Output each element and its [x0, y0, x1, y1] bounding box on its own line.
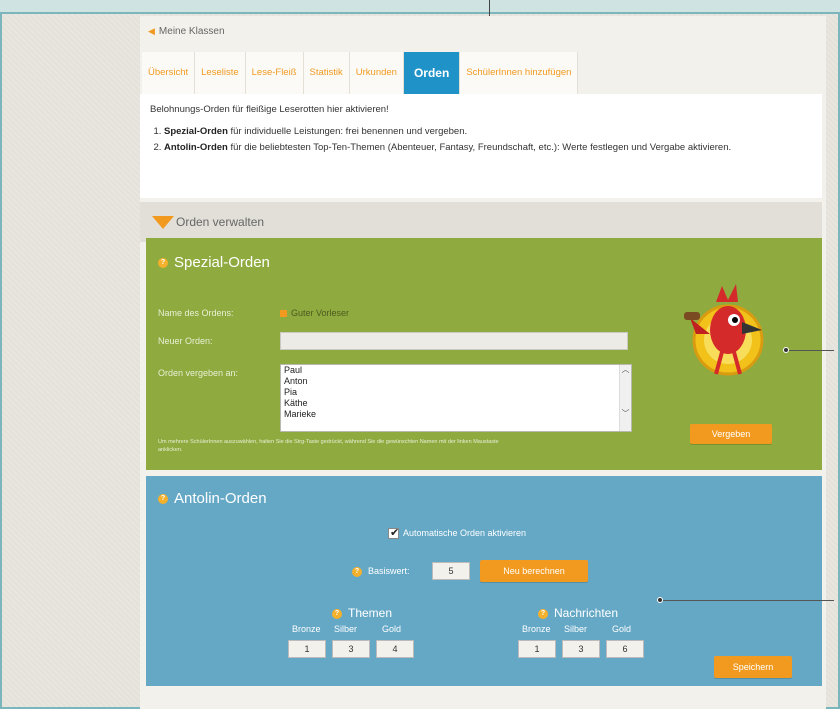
- antolin-orden-panel: ? Antolin-Orden Automatische Orden aktivi…: [146, 476, 822, 686]
- themen-title-text: Themen: [348, 606, 393, 620]
- intro-list: Spezial-Orden für individuelle Leistunge…: [150, 124, 812, 156]
- nachrichten-silber-label: Silber: [564, 624, 588, 634]
- basiswert-input[interactable]: 5: [432, 562, 470, 580]
- themen-bronze-input[interactable]: 1: [288, 640, 326, 658]
- list-item[interactable]: Pia: [284, 387, 617, 398]
- nachrichten-title: ? Nachrichten: [538, 606, 618, 620]
- intro-item-spezial-bold: Spezial-Orden: [164, 126, 228, 137]
- auto-orden-checkbox[interactable]: [388, 526, 399, 540]
- themen-gold-input[interactable]: 4: [376, 640, 414, 658]
- neuer-orden-label: Neuer Orden:: [158, 336, 213, 346]
- list-item[interactable]: Marieke: [284, 409, 617, 420]
- callout-line-mascot: [789, 350, 834, 351]
- chevron-down-icon[interactable]: ﹀: [620, 409, 631, 419]
- intro-item-antolin-text: für die beliebtesten Top-Ten-Themen (Abe…: [227, 142, 732, 153]
- student-listbox[interactable]: Paul Anton Pia Käthe Marieke ︿ ﹀: [280, 364, 632, 432]
- basiswert-label-row: ? Basiswert:: [352, 566, 410, 577]
- help-icon[interactable]: ?: [332, 608, 342, 619]
- nachrichten-gold-label: Gold: [612, 624, 632, 634]
- tab-uebersicht[interactable]: Übersicht: [142, 52, 196, 94]
- speichern-button[interactable]: Speichern: [714, 656, 792, 678]
- back-link-label: Meine Klassen: [158, 26, 225, 37]
- tab-schueler-hinzufuegen[interactable]: SchülerInnen hinzufügen: [460, 52, 579, 94]
- page-container: ◀ Meine Klassen Übersicht Leseliste Lese-…: [140, 16, 826, 709]
- bullet-icon: [280, 310, 287, 318]
- list-item[interactable]: Käthe: [284, 398, 617, 409]
- antolin-orden-title: ? Antolin-Orden: [158, 490, 267, 507]
- spezial-orden-title-text: Spezial-Orden: [174, 254, 270, 271]
- help-icon[interactable]: ?: [538, 608, 548, 619]
- help-icon[interactable]: ?: [158, 494, 168, 505]
- nachrichten-title-text: Nachrichten: [554, 606, 619, 620]
- auto-orden-row: Automatische Orden aktivieren: [388, 526, 527, 540]
- tab-orden[interactable]: Orden: [403, 52, 461, 94]
- themen-gold-label: Gold: [382, 624, 402, 634]
- themen-silber-input[interactable]: 3: [332, 640, 370, 658]
- intro-item-antolin: Antolin-Orden für die beliebtesten Top-T…: [164, 140, 812, 156]
- name-des-ordens-label: Name des Ordens:: [158, 308, 234, 318]
- section-title: Orden verwalten: [176, 215, 265, 229]
- intro-item-spezial-text: für individuelle Leistungen: frei benenn…: [227, 126, 468, 137]
- triangle-down-icon: [152, 216, 174, 229]
- chevron-up-icon[interactable]: ︿: [620, 365, 631, 375]
- vergeben-button[interactable]: Vergeben: [690, 424, 772, 444]
- tab-statistik[interactable]: Statistik: [303, 52, 350, 94]
- intro-text: Belohnungs-Orden für fleißige Leserotten…: [140, 94, 822, 198]
- orden-vergeben-label: Orden vergeben an:: [158, 368, 239, 378]
- intro-item-antolin-bold: Antolin-Orden: [164, 142, 228, 153]
- spezial-orden-title: ? Spezial-Orden: [158, 254, 270, 271]
- antolin-orden-title-text: Antolin-Orden: [174, 490, 267, 507]
- help-icon[interactable]: ?: [352, 566, 362, 577]
- name-des-ordens-value: Guter Vorleser: [280, 308, 349, 318]
- mascot-bird-illustration: [684, 284, 764, 376]
- tab-bar: Übersicht Leseliste Lese-Fleiß Statistik…: [142, 52, 579, 94]
- basiswert-label: Basiswert:: [368, 566, 410, 576]
- section-header-orden-verwalten[interactable]: Orden verwalten: [140, 202, 822, 242]
- intro-item-spezial: Spezial-Orden für individuelle Leistunge…: [164, 124, 812, 140]
- top-bar: [0, 0, 840, 14]
- chevron-left-icon: ◀: [148, 26, 155, 36]
- nachrichten-gold-input[interactable]: 6: [606, 640, 644, 658]
- name-des-ordens-text: Guter Vorleser: [291, 308, 350, 318]
- tab-lese-fleiss[interactable]: Lese-Fleiß: [245, 52, 304, 94]
- tab-urkunden[interactable]: Urkunden: [349, 52, 404, 94]
- callout-line-nachrichten: [663, 600, 834, 601]
- nachrichten-bronze-label: Bronze: [522, 624, 551, 634]
- tab-leseliste[interactable]: Leseliste: [195, 52, 246, 94]
- themen-title: ? Themen: [332, 606, 392, 620]
- nachrichten-silber-input[interactable]: 3: [562, 640, 600, 658]
- neu-berechnen-button[interactable]: Neu berechnen: [480, 560, 588, 582]
- intro-line: Belohnungs-Orden für fleißige Leserotten…: [150, 104, 389, 115]
- auto-orden-label: Automatische Orden aktivieren: [403, 528, 527, 538]
- neuer-orden-input[interactable]: [280, 332, 628, 350]
- list-item[interactable]: Anton: [284, 376, 617, 387]
- themen-bronze-label: Bronze: [292, 624, 321, 634]
- back-link[interactable]: ◀ Meine Klassen: [148, 26, 225, 37]
- spezial-orden-panel: ? Spezial-Orden Name des Ordens: Guter Vo…: [146, 238, 822, 470]
- listbox-scrollbar[interactable]: ︿ ﹀: [619, 365, 631, 431]
- themen-silber-label: Silber: [334, 624, 358, 634]
- help-icon[interactable]: ?: [158, 258, 168, 269]
- multi-select-hint: Um mehrere SchülerInnen auszuwählen, hal…: [158, 439, 499, 453]
- nachrichten-bronze-input[interactable]: 1: [518, 640, 556, 658]
- list-item[interactable]: Paul: [284, 365, 617, 376]
